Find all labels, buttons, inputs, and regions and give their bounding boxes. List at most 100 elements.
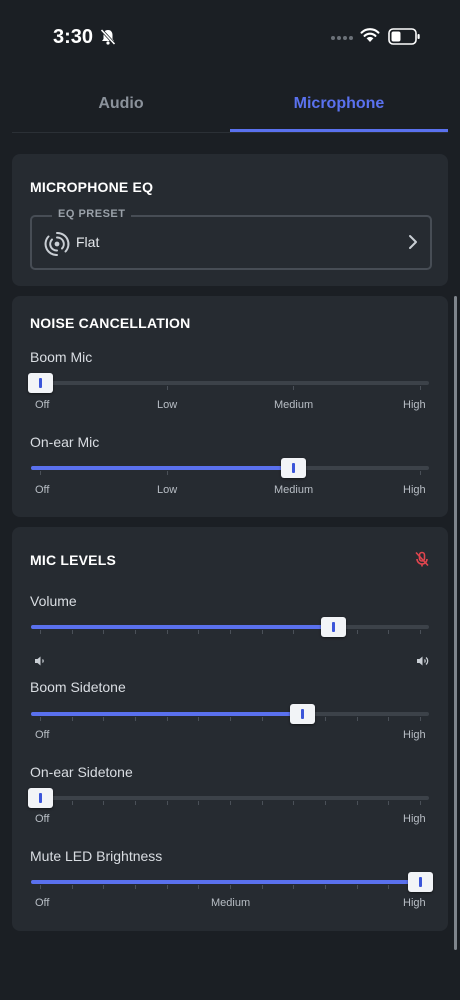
slider-tick: [40, 471, 41, 475]
tick-label-low: Low: [157, 484, 178, 496]
slider-tick: [198, 630, 200, 634]
slider-fill: [31, 466, 294, 470]
slider-tick: [230, 717, 231, 721]
tick-label-off: Off: [35, 729, 50, 741]
eq-preset-value: Flat: [76, 234, 100, 250]
slider-tick: [230, 630, 231, 634]
boom-sidetone-slider[interactable]: [31, 704, 429, 724]
tick-label-medium: Medium: [274, 399, 314, 411]
tick-label-medium: Medium: [211, 897, 251, 909]
mic-off-icon[interactable]: [414, 551, 430, 567]
tick-label-medium: Medium: [274, 484, 314, 496]
tick-label-off: Off: [35, 484, 50, 496]
mute-led-brightness-slider[interactable]: [31, 872, 433, 892]
slider-tick: [420, 471, 421, 475]
volume-slider[interactable]: [31, 617, 429, 637]
eq-preset-selector[interactable]: EQ PRESET Flat: [30, 208, 432, 270]
slider-tick: [166, 801, 168, 805]
slider-tick: [293, 885, 295, 889]
slider-tick: [166, 471, 168, 475]
slider-tick: [198, 801, 200, 805]
slider-tick: [356, 801, 358, 805]
slider-tick: [325, 801, 326, 805]
slider-thumb[interactable]: [290, 704, 316, 724]
noise-cancellation-card: NOISE CANCELLATION Boom Mic Off Low Medi…: [12, 296, 448, 517]
cellular-signal-icon: [331, 36, 353, 40]
slider-thumb[interactable]: [320, 617, 346, 637]
slider-tick: [356, 885, 358, 889]
slider-tick: [103, 885, 105, 889]
slider-tick: [261, 801, 263, 805]
mute-led-brightness-label: Mute LED Brightness: [30, 848, 163, 864]
slider-tick: [420, 801, 421, 805]
slider-tick: [356, 630, 358, 634]
mic-levels-card: MIC LEVELS Volume Boom Sidetone Off High…: [12, 527, 448, 931]
on-ear-mic-slider[interactable]: [31, 458, 429, 478]
tick-label-high: High: [403, 399, 426, 411]
slider-tick: [388, 630, 390, 634]
slider-tick: [40, 717, 41, 721]
tick-label-high: High: [403, 813, 426, 825]
slider-tick: [261, 717, 263, 721]
slider-tick: [420, 386, 421, 390]
status-bar: 3:30: [0, 0, 460, 75]
signal-waves-icon: [44, 231, 70, 256]
slider-tick: [40, 630, 41, 634]
slider-tick: [261, 885, 263, 889]
tab-microphone[interactable]: Microphone: [230, 80, 448, 130]
slider-tick: [166, 386, 168, 390]
slider-tick: [293, 801, 295, 805]
slider-fill: [31, 625, 333, 629]
slider-thumb[interactable]: [28, 373, 53, 393]
slider-tick: [325, 717, 326, 721]
slider-tick: [40, 885, 41, 889]
tab-bar: Audio Microphone: [12, 80, 448, 133]
on-ear-sidetone-slider[interactable]: [28, 788, 429, 808]
slider-tick: [198, 885, 200, 889]
noise-cancellation-title: NOISE CANCELLATION: [30, 315, 191, 331]
slider-fill: [31, 712, 303, 716]
slider-thumb[interactable]: [281, 458, 307, 478]
status-time: 3:30: [53, 26, 94, 48]
slider-tick: [388, 717, 390, 721]
tick-label-off: Off: [35, 897, 50, 909]
tick-label-high: High: [403, 897, 426, 909]
slider-tick: [71, 801, 73, 805]
slider-tick: [71, 885, 73, 889]
boom-mic-label: Boom Mic: [30, 349, 93, 365]
tick-label-off: Off: [35, 813, 50, 825]
slider-tick: [135, 717, 136, 721]
slider-tick: [166, 630, 168, 634]
tick-label-low: Low: [157, 399, 178, 411]
slider-fill: [31, 880, 420, 884]
slider-tick: [71, 717, 73, 721]
on-ear-sidetone-label: On-ear Sidetone: [30, 764, 133, 780]
slider-thumb[interactable]: [408, 872, 433, 892]
slider-thumb[interactable]: [28, 788, 53, 808]
on-ear-mic-label: On-ear Mic: [30, 434, 100, 450]
slider-tick: [388, 885, 390, 889]
slider-tick: [325, 885, 326, 889]
tick-label-off: Off: [35, 399, 50, 411]
microphone-eq-title: MICROPHONE EQ: [30, 179, 154, 195]
tick-label-high: High: [403, 484, 426, 496]
microphone-eq-card: MICROPHONE EQ EQ PRESET Flat: [12, 154, 448, 286]
slider-tick: [135, 801, 136, 805]
slider-tick: [420, 717, 421, 721]
tick-label-high: High: [403, 729, 426, 741]
slider-tick: [198, 717, 200, 721]
slider-tick: [103, 717, 105, 721]
slider-tick: [230, 801, 231, 805]
slider-tick: [230, 885, 231, 889]
tab-audio[interactable]: Audio: [12, 80, 230, 130]
slider-tick: [71, 630, 73, 634]
eq-preset-label: EQ PRESET: [52, 208, 132, 220]
bell-muted-icon: [100, 28, 116, 46]
active-tab-indicator: [230, 129, 448, 132]
volume-high-icon: [417, 656, 429, 666]
slider-tick: [261, 630, 263, 634]
slider-tick: [420, 630, 421, 634]
slider-tick: [356, 717, 358, 721]
boom-mic-slider[interactable]: [28, 373, 429, 393]
scrollbar[interactable]: [454, 296, 457, 950]
